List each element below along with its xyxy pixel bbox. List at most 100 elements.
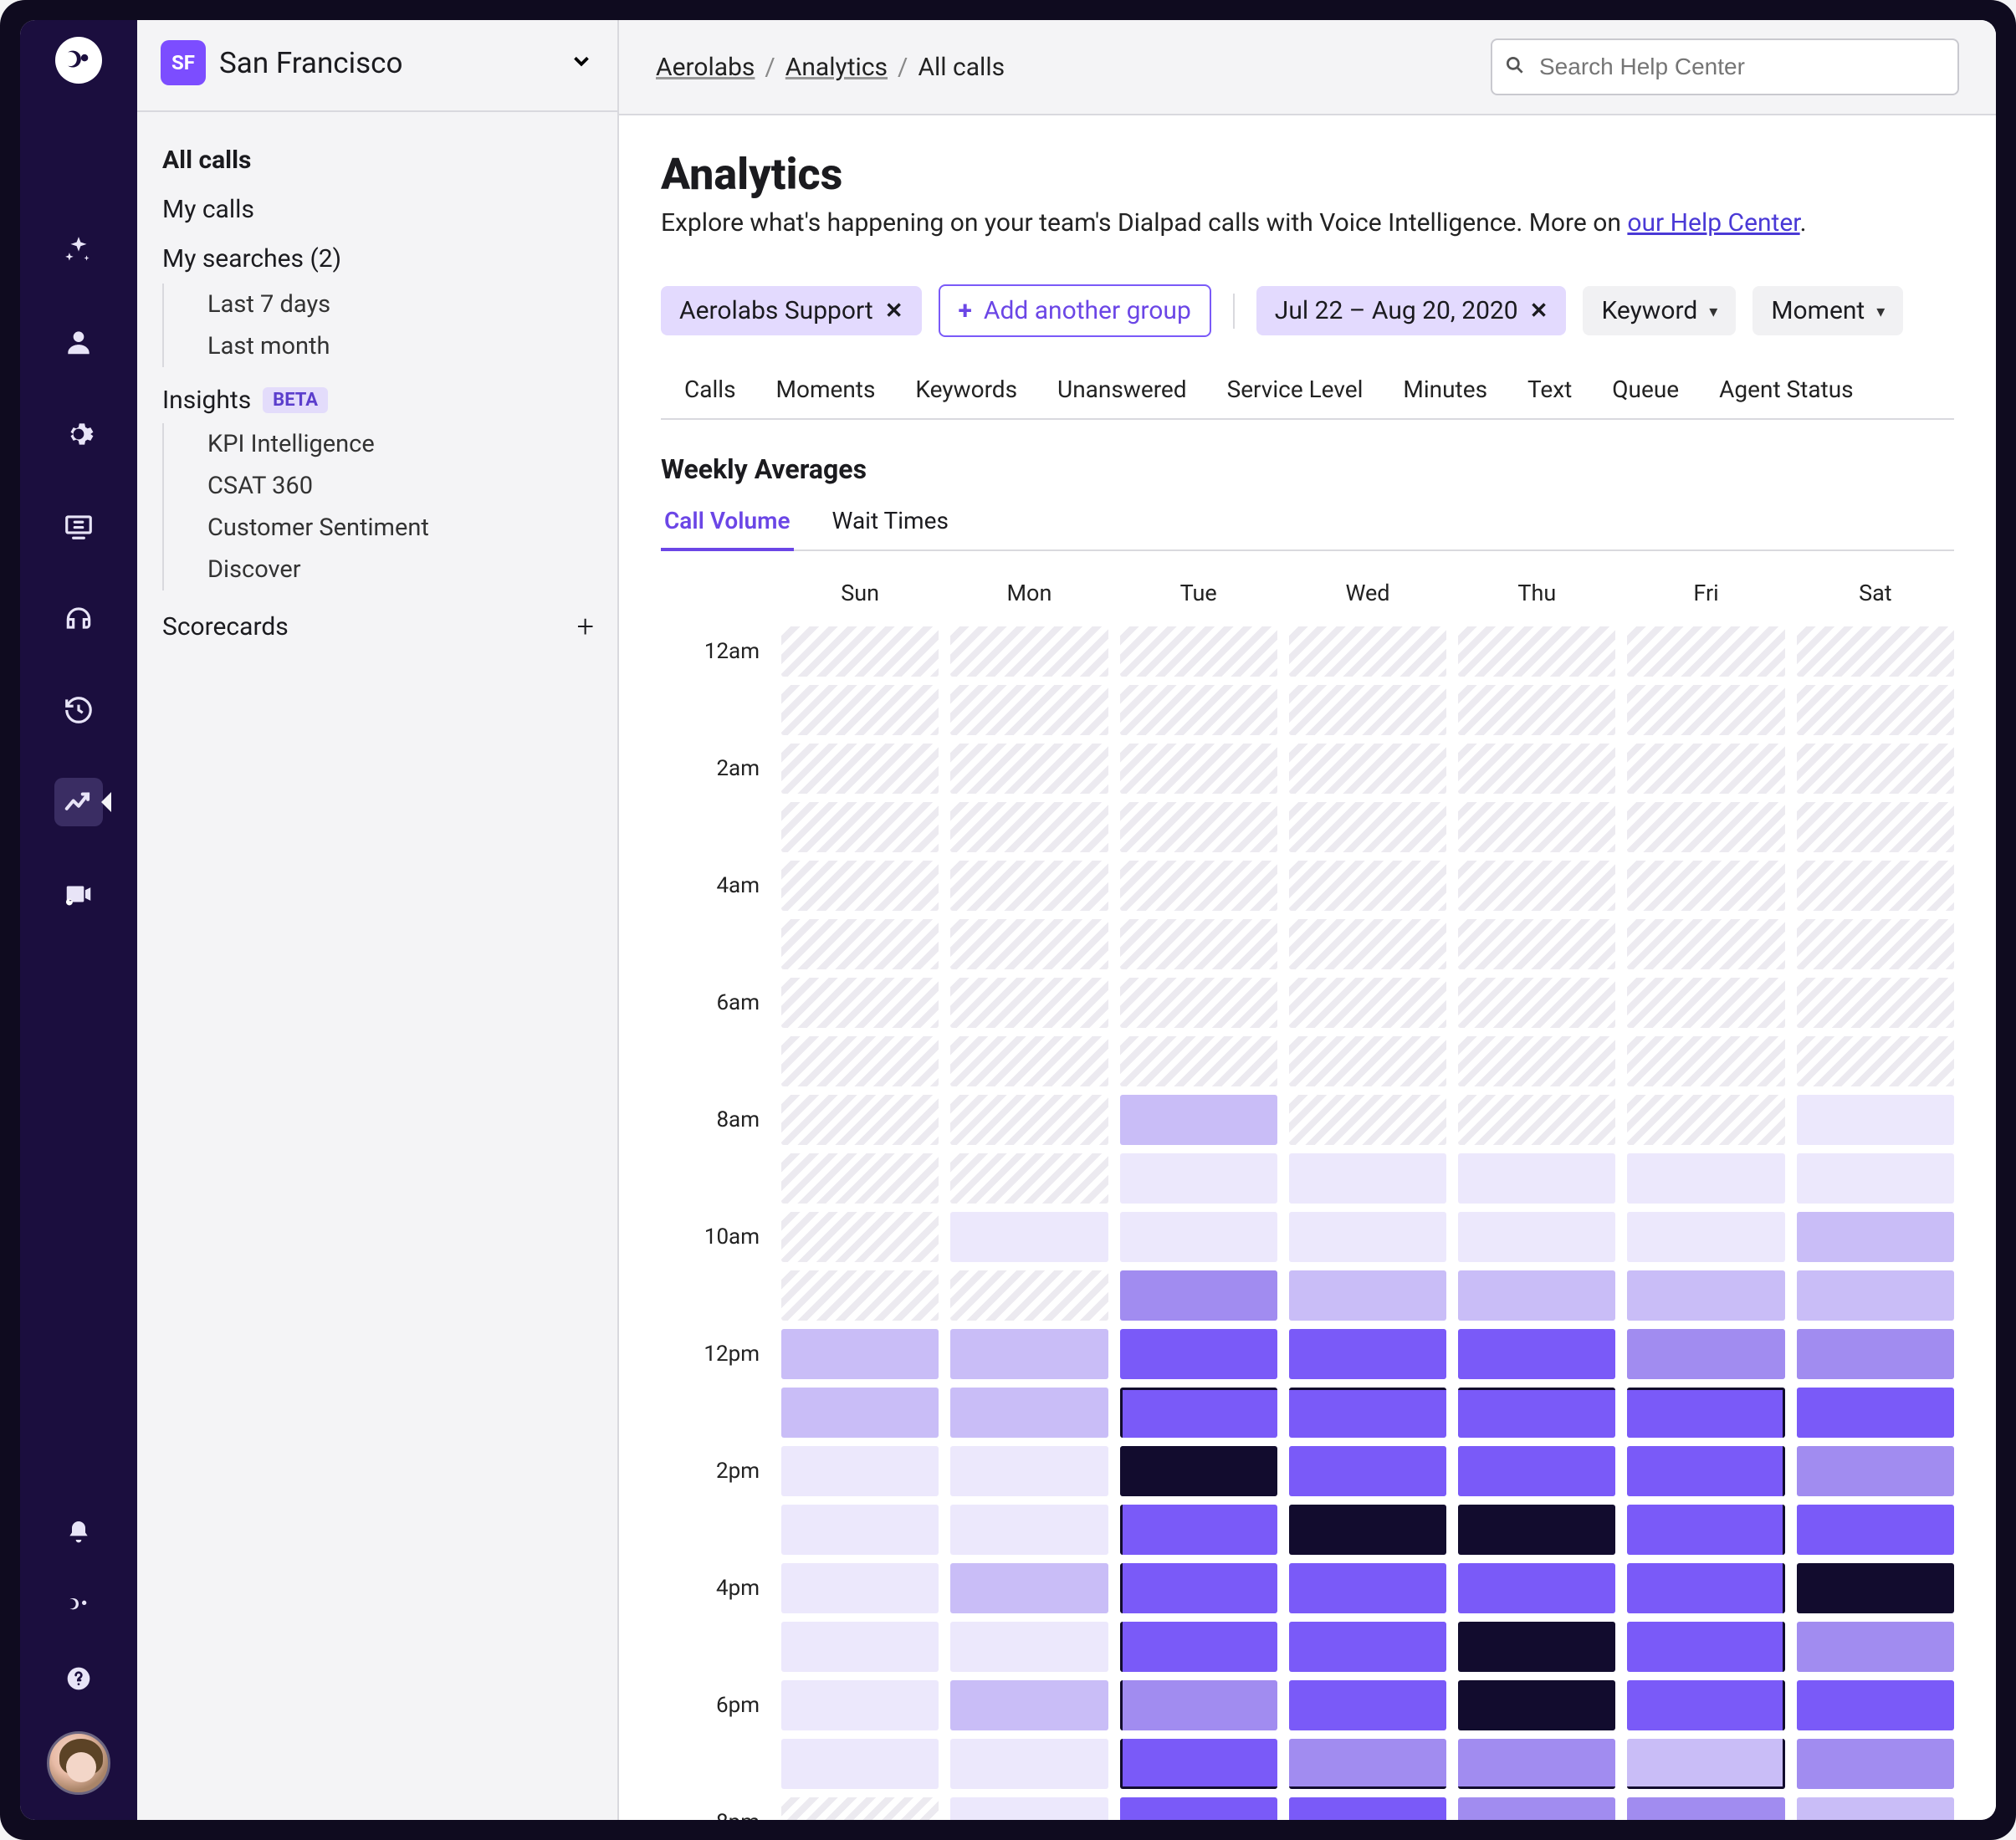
- heatmap-cell[interactable]: [1120, 1446, 1277, 1496]
- heatmap-cell[interactable]: [1797, 919, 1954, 969]
- breadcrumb-aerolabs[interactable]: Aerolabs: [656, 53, 755, 82]
- heatmap-cell[interactable]: [1289, 1505, 1446, 1555]
- metric-tab[interactable]: Minutes: [1403, 376, 1487, 403]
- heatmap-cell[interactable]: [781, 1622, 939, 1672]
- heatmap-cell[interactable]: [950, 685, 1108, 735]
- help-center-link[interactable]: our Help Center: [1627, 208, 1799, 238]
- heatmap-cell[interactable]: [1120, 802, 1277, 852]
- heatmap-cell[interactable]: [1458, 1505, 1615, 1555]
- heatmap-cell[interactable]: [781, 1739, 939, 1789]
- screen-share-icon[interactable]: [54, 502, 103, 550]
- heatmap-cell[interactable]: [781, 685, 939, 735]
- heatmap-cell[interactable]: [1120, 1739, 1277, 1789]
- heatmap-cell[interactable]: [1458, 685, 1615, 735]
- help-icon[interactable]: [58, 1658, 100, 1699]
- heatmap-cell[interactable]: [1627, 861, 1784, 911]
- heatmap-cell[interactable]: [950, 1563, 1108, 1613]
- heatmap-cell[interactable]: [1458, 1680, 1615, 1730]
- sidebar-insight-item[interactable]: Discover: [207, 549, 617, 590]
- sparkle-icon[interactable]: [54, 226, 103, 274]
- heatmap-cell[interactable]: [1120, 861, 1277, 911]
- user-avatar[interactable]: [47, 1731, 110, 1795]
- heatmap-cell[interactable]: [1797, 1505, 1954, 1555]
- person-icon[interactable]: [54, 318, 103, 366]
- metric-tab[interactable]: Agent Status: [1719, 376, 1853, 403]
- heatmap-cell[interactable]: [1797, 802, 1954, 852]
- breadcrumb-analytics[interactable]: Analytics: [785, 53, 888, 82]
- heatmap-cell[interactable]: [781, 1563, 939, 1613]
- heatmap-cell[interactable]: [950, 744, 1108, 794]
- sidebar-scorecards[interactable]: Scorecards +: [137, 590, 617, 652]
- heatmap-cell[interactable]: [781, 744, 939, 794]
- sidebar-all-calls[interactable]: All calls: [137, 135, 617, 185]
- heatmap-cell[interactable]: [1627, 978, 1784, 1028]
- heatmap-cell[interactable]: [1458, 626, 1615, 677]
- heatmap-cell[interactable]: [1627, 919, 1784, 969]
- search-input[interactable]: [1491, 38, 1959, 95]
- heatmap-cell[interactable]: [1627, 1739, 1784, 1789]
- heatmap-cell[interactable]: [1797, 1388, 1954, 1438]
- heatmap-cell[interactable]: [1458, 1563, 1615, 1613]
- heatmap-cell[interactable]: [1627, 1388, 1784, 1438]
- metric-tab[interactable]: Service Level: [1227, 376, 1364, 403]
- close-icon[interactable]: ✕: [885, 299, 903, 324]
- heatmap-cell[interactable]: [1289, 802, 1446, 852]
- heatmap-cell[interactable]: [1797, 1036, 1954, 1086]
- heatmap-cell[interactable]: [781, 802, 939, 852]
- heatmap-cell[interactable]: [1458, 1036, 1615, 1086]
- heatmap-cell[interactable]: [1797, 1095, 1954, 1145]
- heatmap-cell[interactable]: [1120, 919, 1277, 969]
- heatmap-cell[interactable]: [1120, 1095, 1277, 1145]
- heatmap-cell[interactable]: [1797, 1212, 1954, 1262]
- heatmap-cell[interactable]: [781, 1095, 939, 1145]
- filter-keyword[interactable]: Keyword ▾: [1583, 286, 1736, 335]
- heatmap-cell[interactable]: [1289, 1680, 1446, 1730]
- heatmap-cell[interactable]: [1627, 1036, 1784, 1086]
- heatmap-cell[interactable]: [1797, 1270, 1954, 1321]
- heatmap-cell[interactable]: [1289, 1095, 1446, 1145]
- heatmap-cell[interactable]: [781, 1680, 939, 1730]
- dialpad-logo-icon[interactable]: [58, 1584, 100, 1626]
- heatmap-cell[interactable]: [1458, 1270, 1615, 1321]
- heatmap-cell[interactable]: [1289, 1446, 1446, 1496]
- heatmap-cell[interactable]: [781, 1212, 939, 1262]
- heatmap-cell[interactable]: [950, 978, 1108, 1028]
- heatmap-cell[interactable]: [1797, 978, 1954, 1028]
- analytics-icon[interactable]: [54, 778, 103, 826]
- metric-tab[interactable]: Calls: [684, 376, 736, 403]
- heatmap-cell[interactable]: [1120, 978, 1277, 1028]
- heatmap-cell[interactable]: [1458, 1446, 1615, 1496]
- heatmap-cell[interactable]: [781, 861, 939, 911]
- sidebar-my-searches[interactable]: My searches (2): [137, 234, 617, 284]
- heatmap-cell[interactable]: [1120, 1680, 1277, 1730]
- heatmap-cell[interactable]: [1289, 1797, 1446, 1820]
- add-group-button[interactable]: + Add another group: [939, 284, 1211, 337]
- heatmap-cell[interactable]: [781, 1505, 939, 1555]
- heatmap-cell[interactable]: [1289, 919, 1446, 969]
- metric-tab[interactable]: Keywords: [915, 376, 1017, 403]
- heatmap-cell[interactable]: [1627, 1505, 1784, 1555]
- bell-icon[interactable]: [58, 1510, 100, 1552]
- heatmap-cell[interactable]: [1627, 1212, 1784, 1262]
- heatmap-cell[interactable]: [1797, 1329, 1954, 1379]
- heatmap-cell[interactable]: [950, 802, 1108, 852]
- heatmap-cell[interactable]: [781, 978, 939, 1028]
- heatmap-cell[interactable]: [1627, 1680, 1784, 1730]
- heatmap-cell[interactable]: [950, 1212, 1108, 1262]
- heatmap-cell[interactable]: [1120, 1797, 1277, 1820]
- heatmap-cell[interactable]: [1120, 1212, 1277, 1262]
- subtab-call-volume[interactable]: Call Volume: [661, 500, 794, 551]
- heatmap-cell[interactable]: [1627, 626, 1784, 677]
- heatmap-cell[interactable]: [1458, 1388, 1615, 1438]
- heatmap-cell[interactable]: [781, 626, 939, 677]
- heatmap-cell[interactable]: [1289, 626, 1446, 677]
- heatmap-cell[interactable]: [1797, 1563, 1954, 1613]
- sidebar-search-item[interactable]: Last 7 days: [207, 284, 617, 325]
- sidebar-insights[interactable]: Insights BETA: [137, 367, 617, 423]
- app-logo[interactable]: [55, 37, 102, 84]
- history-icon[interactable]: [54, 686, 103, 734]
- heatmap-cell[interactable]: [1289, 978, 1446, 1028]
- heatmap-cell[interactable]: [1627, 802, 1784, 852]
- heatmap-cell[interactable]: [1458, 1212, 1615, 1262]
- heatmap-cell[interactable]: [781, 1153, 939, 1204]
